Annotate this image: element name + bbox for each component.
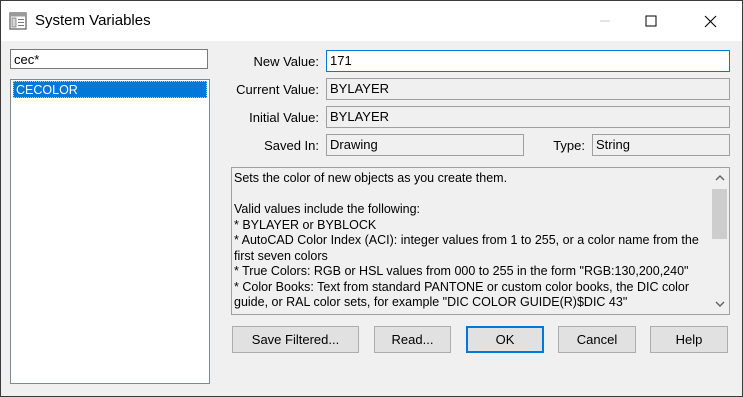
ok-button[interactable]: OK [466, 326, 544, 353]
saved-in-label: Saved In: [264, 138, 319, 153]
minimize-button[interactable] [582, 1, 628, 41]
variable-list-item-selected[interactable]: CECOLOR [13, 81, 207, 98]
description-scrollbar[interactable] [710, 168, 729, 314]
maximize-icon [645, 15, 657, 27]
saved-in-field: Drawing [326, 134, 524, 156]
description-box: Sets the color of new objects as you cre… [231, 167, 730, 315]
variable-list[interactable]: CECOLOR [10, 79, 210, 384]
scroll-down-button[interactable] [710, 295, 729, 314]
close-icon [704, 15, 716, 27]
scroll-up-button[interactable] [710, 168, 729, 187]
chevron-up-icon [715, 175, 724, 181]
type-label: Type: [553, 138, 585, 153]
description-text: Sets the color of new objects as you cre… [234, 171, 699, 309]
current-value-label: Current Value: [236, 82, 319, 97]
title-bar[interactable]: System Variables [1, 1, 742, 41]
minimize-icon [600, 20, 610, 22]
chevron-down-icon [715, 301, 724, 307]
system-variables-dialog: System Variables CECOLOR New Value: 171 … [0, 0, 743, 397]
save-filtered-button[interactable]: Save Filtered... [232, 326, 359, 353]
close-button[interactable] [687, 1, 733, 41]
type-field: String [592, 134, 730, 156]
help-button[interactable]: Help [650, 326, 728, 353]
filter-input[interactable] [10, 49, 208, 69]
cancel-button[interactable]: Cancel [558, 326, 636, 353]
app-icon [9, 12, 27, 30]
window-title: System Variables [35, 12, 151, 29]
initial-value-label: Initial Value: [249, 110, 319, 125]
new-value-input[interactable]: 171 [326, 50, 730, 72]
initial-value-field: BYLAYER [326, 106, 730, 128]
scroll-thumb[interactable] [712, 189, 727, 239]
read-button[interactable]: Read... [374, 326, 451, 353]
new-value-label: New Value: [253, 54, 319, 69]
current-value-field: BYLAYER [326, 78, 730, 100]
maximize-button[interactable] [628, 1, 674, 41]
